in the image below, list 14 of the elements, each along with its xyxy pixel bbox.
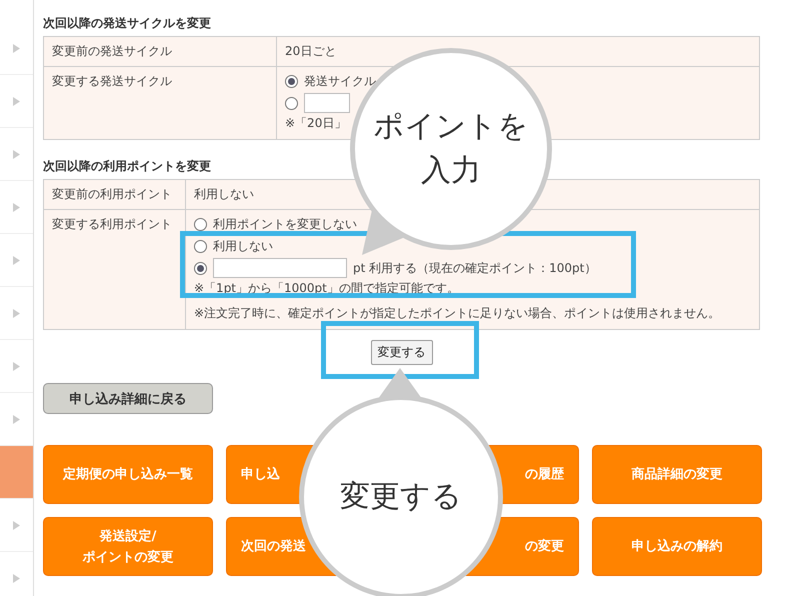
label-cell: 変更する利用ポイント [44,210,186,330]
option-label: pt 利用する（現在の確定ポイント：100pt） [353,260,596,276]
callout-text: ポイントを [374,108,528,146]
section-heading: 次回以降の利用ポイントを変更 [43,158,211,175]
note-text: ※「20日」 [285,115,346,132]
callout-text: 変更する [340,478,462,516]
label-cell: 変更する発送サイクル [44,66,276,140]
option-label: 発送サイクル [304,73,376,89]
label-cell: 変更前の発送サイクル [44,36,276,66]
section-heading: 次回以降の発送サイクルを変更 [43,15,211,32]
option-label: 利用しない [213,238,273,254]
label-cell: 変更前の利用ポイント [44,180,186,210]
option-label: 利用ポイントを変更しない [213,216,357,232]
note-text: ※注文完了時に、確定ポイントが指定したポイントに足りない場合、ポイントは使用されません。 [194,305,720,322]
